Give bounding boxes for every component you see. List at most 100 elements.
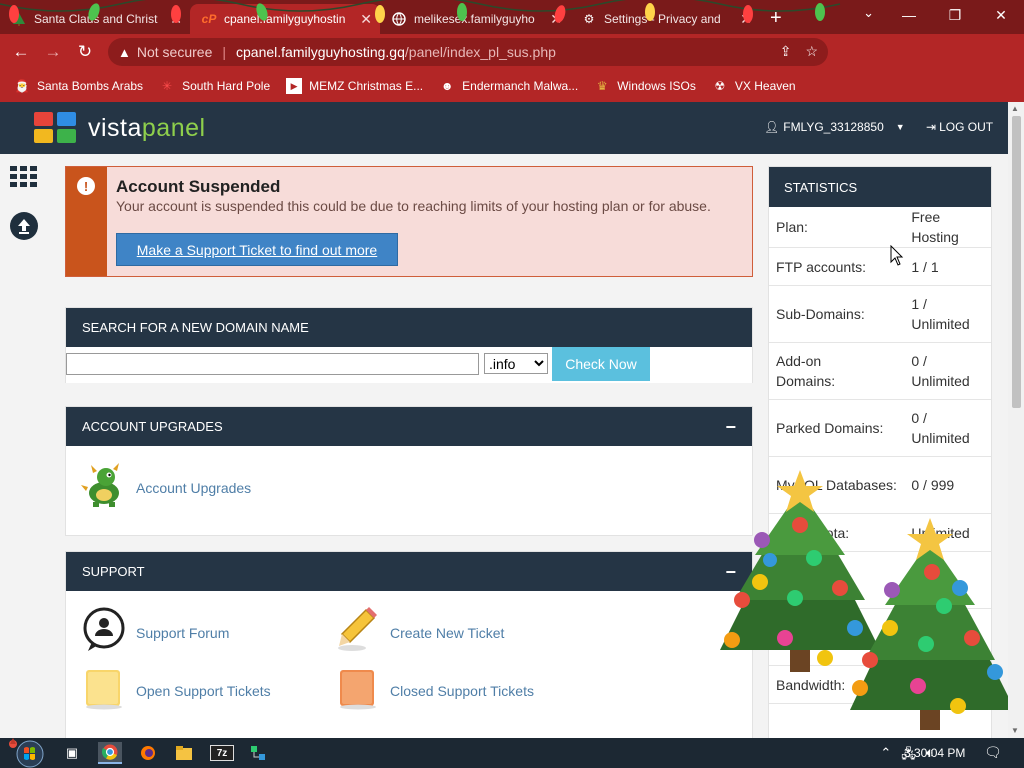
logo-text: vistapanel bbox=[88, 114, 206, 142]
check-now-button[interactable]: Check Now bbox=[552, 347, 650, 381]
bookmark-label: Endermanch Malwa... bbox=[462, 79, 579, 93]
statistics-panel: STATISTICS Plan: Free Hosting FTP account… bbox=[768, 166, 992, 741]
stat-row: Disk Quota: Unlimited bbox=[769, 513, 991, 552]
stat-value: 1 / Unlimited bbox=[904, 285, 991, 343]
close-icon[interactable]: ✕ bbox=[550, 11, 562, 28]
back-button[interactable]: ← bbox=[5, 36, 37, 68]
stat-key: Sub-Domains: bbox=[769, 285, 905, 343]
yellow-folder-icon bbox=[80, 666, 128, 715]
statistics-table: Plan: Free Hosting FTP accounts: 1 / 1 Sub… bbox=[769, 207, 991, 704]
browser-tab-1[interactable]: Santa Claus and Christ ✕ bbox=[0, 4, 190, 34]
gear-icon: ⚙ bbox=[583, 12, 595, 26]
bookmark-south-hard-pole[interactable]: ✳ South Hard Pole bbox=[159, 78, 270, 94]
scroll-up-arrow-icon[interactable]: ▲ bbox=[1011, 104, 1019, 113]
firefox-taskbar-icon[interactable] bbox=[136, 742, 160, 764]
browser-tab-title: melikesex.familyguyho bbox=[414, 12, 535, 26]
vistapanel-logo[interactable]: vistapanel bbox=[34, 112, 206, 145]
tab-search-icon[interactable]: ⌄ bbox=[863, 5, 874, 21]
globe-icon bbox=[392, 12, 406, 26]
browser-tab-2[interactable]: cP cpanel.familyguyhostin ✕ bbox=[190, 4, 380, 34]
link-label[interactable]: Open Support Tickets bbox=[136, 683, 271, 699]
upload-icon[interactable] bbox=[10, 212, 38, 240]
bookmark-vx-heaven[interactable]: ☢ VX Heaven bbox=[712, 78, 796, 94]
browser-tab-4[interactable]: ⚙ Settings - Privacy and ✕ bbox=[570, 4, 760, 34]
file-explorer-icon[interactable] bbox=[172, 742, 196, 764]
stat-value bbox=[904, 665, 991, 704]
closed-support-tickets-link[interactable]: Closed Support Tickets bbox=[336, 666, 534, 715]
open-support-tickets-link[interactable]: Open Support Tickets bbox=[80, 666, 271, 715]
close-icon[interactable]: ✕ bbox=[740, 11, 752, 28]
share-icon[interactable]: ⇪ bbox=[780, 43, 792, 60]
suspension-alert: ! Account Suspended Your account is susp… bbox=[65, 166, 753, 277]
stat-key: Plan: bbox=[769, 207, 905, 248]
tray-chevron-up-icon[interactable]: ⌃ bbox=[880, 745, 891, 767]
warning-icon[interactable]: ▲ bbox=[118, 45, 131, 60]
bookmark-label: South Hard Pole bbox=[182, 79, 271, 93]
address-bar[interactable]: ▲ Not securee | cpanel.familyguyhosting.… bbox=[108, 38, 828, 66]
url-path: /panel/index_pl_sus.php bbox=[404, 44, 556, 60]
collapse-icon[interactable]: − bbox=[725, 562, 736, 583]
network-app-icon[interactable] bbox=[246, 742, 270, 764]
scroll-down-arrow-icon[interactable]: ▼ bbox=[1011, 726, 1019, 735]
bookmark-endermanch-malware[interactable]: ☻ Endermanch Malwa... bbox=[439, 78, 578, 94]
alert-title: Account Suspended bbox=[116, 177, 281, 196]
bookmark-santa-bombs-arabs[interactable]: 🎅 Santa Bombs Arabs bbox=[14, 78, 144, 94]
link-label[interactable]: Account Upgrades bbox=[136, 480, 251, 496]
window-controls: — ❐ ✕ bbox=[886, 0, 1024, 30]
panel-heading: SEARCH FOR A NEW DOMAIN NAME bbox=[66, 308, 752, 347]
video-icon: ▶ bbox=[286, 78, 303, 94]
close-window-button[interactable]: ✕ bbox=[978, 0, 1024, 30]
restore-button[interactable]: ❐ bbox=[932, 0, 978, 30]
logout-label: LOG OUT bbox=[939, 120, 994, 134]
bookmark-label: MEMZ Christmas E... bbox=[309, 79, 424, 93]
bookmark-label: Windows ISOs bbox=[617, 79, 696, 93]
tld-select[interactable]: .info bbox=[484, 353, 548, 374]
enderman-icon: ☻ bbox=[440, 79, 454, 93]
bookmark-star-icon[interactable]: ☆ bbox=[805, 43, 818, 60]
browser-tab-3[interactable]: melikesex.familyguyho ✕ bbox=[380, 4, 570, 34]
collapse-icon[interactable]: − bbox=[725, 417, 736, 438]
bookmark-windows-isos[interactable]: ♛ Windows ISOs bbox=[594, 78, 696, 94]
logout-link[interactable]: ⇥ LOG OUT bbox=[926, 120, 993, 134]
start-orb-icon[interactable] bbox=[8, 738, 44, 768]
domain-input[interactable] bbox=[66, 353, 479, 375]
close-icon[interactable]: ✕ bbox=[170, 11, 182, 28]
action-center-icon[interactable]: 🗨︎ bbox=[984, 744, 1002, 761]
support-forum-link[interactable]: Support Forum bbox=[80, 606, 229, 659]
new-tab-button[interactable]: + bbox=[760, 7, 792, 34]
left-sidebar bbox=[0, 154, 48, 738]
stat-row: MySQL Databases: 0 / 999 bbox=[769, 456, 991, 514]
browser-tab-title: cpanel.familyguyhostin bbox=[224, 12, 346, 26]
task-view-icon[interactable]: ▣ bbox=[60, 742, 84, 764]
minimize-button[interactable]: — bbox=[886, 0, 932, 30]
caret-down-icon: ▼ bbox=[895, 122, 905, 132]
link-label[interactable]: Support Forum bbox=[136, 625, 229, 641]
bookmark-label: VX Heaven bbox=[734, 79, 796, 93]
page-scrollbar[interactable]: ▲ ▼ bbox=[1008, 102, 1024, 738]
chrome-taskbar-icon[interactable] bbox=[98, 742, 122, 764]
url-host: cpanel.familyguyhosting.gq bbox=[236, 44, 405, 60]
statistics-heading: STATISTICS bbox=[769, 167, 991, 207]
bookmark-label: Santa Bombs Arabs bbox=[37, 79, 144, 93]
account-upgrades-link[interactable]: Account Upgrades bbox=[80, 461, 251, 514]
user-menu[interactable]: 👤︎ FMLYG_33128850 ▼ bbox=[764, 120, 905, 134]
panel-heading-label: SUPPORT bbox=[82, 564, 145, 579]
forward-button[interactable]: → bbox=[37, 36, 69, 68]
trophy-icon: ♛ bbox=[596, 79, 608, 93]
logo-blocks-icon bbox=[34, 112, 80, 145]
link-label[interactable]: Closed Support Tickets bbox=[390, 683, 534, 699]
stat-row: Sub-Domains: 1 / Unlimited bbox=[769, 285, 991, 343]
create-new-ticket-link[interactable]: Create New Ticket bbox=[336, 606, 504, 659]
close-icon[interactable]: ✕ bbox=[360, 11, 372, 28]
user-icon: 👤︎ bbox=[764, 120, 780, 134]
apps-grid-icon[interactable] bbox=[10, 166, 38, 193]
taskbar-clock[interactable]: 3:30:04 PM bbox=[904, 746, 965, 760]
reload-button[interactable]: ↻ bbox=[69, 36, 101, 68]
link-label[interactable]: Create New Ticket bbox=[390, 625, 504, 641]
bookmark-memz-christmas[interactable]: ▶ MEMZ Christmas E... bbox=[286, 78, 423, 94]
stat-value: 0 / Unlimited bbox=[904, 399, 991, 457]
vistapanel-header: vistapanel 👤︎ FMLYG_33128850 ▼ ⇥ LOG OUT bbox=[0, 102, 1008, 154]
seven-zip-icon[interactable]: 7z bbox=[210, 745, 234, 761]
scrollbar-thumb[interactable] bbox=[1012, 116, 1021, 408]
support-ticket-button[interactable]: Make a Support Ticket to find out more bbox=[116, 233, 398, 266]
